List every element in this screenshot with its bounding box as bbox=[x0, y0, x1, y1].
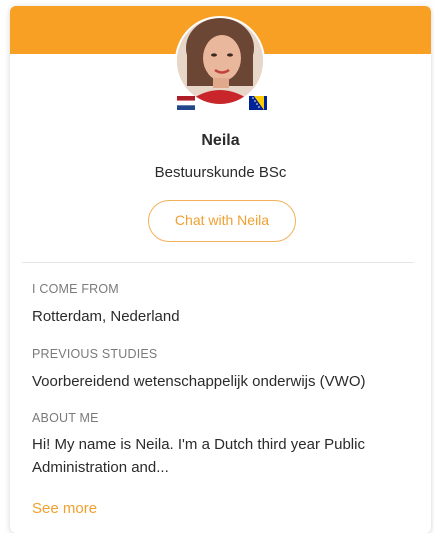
avatar bbox=[175, 16, 265, 106]
from-value: Rotterdam, Nederland bbox=[32, 308, 180, 325]
ambassador-profile-card: Neila Bestuurskunde BSc Chat with Neila … bbox=[10, 6, 431, 533]
avatar-photo bbox=[177, 18, 263, 104]
previous-studies-label: PREVIOUS STUDIES bbox=[32, 347, 158, 361]
avatar-container bbox=[175, 16, 267, 110]
see-more-link[interactable]: See more bbox=[32, 500, 97, 517]
profile-study: Bestuurskunde BSc bbox=[154, 164, 287, 181]
chat-button[interactable]: Chat with Neila bbox=[148, 200, 296, 242]
divider bbox=[22, 262, 414, 263]
from-label: I COME FROM bbox=[32, 282, 119, 296]
previous-studies-value: Voorbereidend wetenschappelijk onderwijs… bbox=[32, 373, 366, 390]
netherlands-flag-icon bbox=[177, 96, 195, 110]
about-me-label: ABOUT ME bbox=[32, 411, 99, 425]
about-me-value: Hi! My name is Neila. I'm a Dutch third … bbox=[32, 436, 365, 476]
bosnia-flag-icon bbox=[249, 96, 267, 110]
profile-name: Neila bbox=[201, 132, 240, 149]
